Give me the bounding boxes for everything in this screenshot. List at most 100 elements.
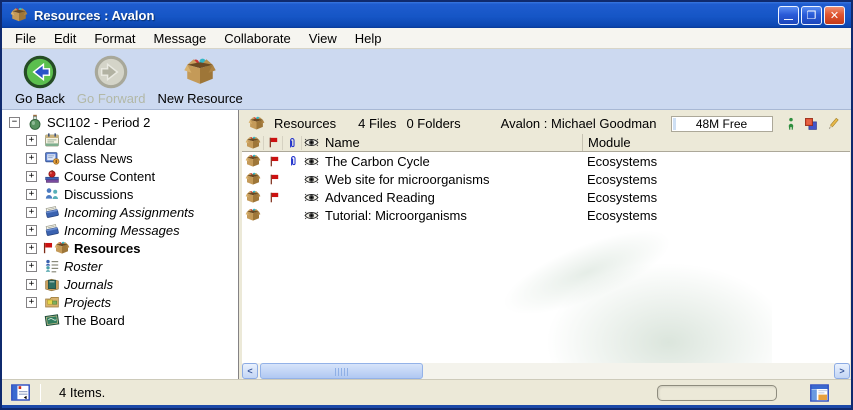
resources-panel: Resources 4 Files 0 Folders Avalon : Mic…: [242, 110, 850, 379]
eye-icon[interactable]: [304, 156, 319, 167]
sidebar-item-journals[interactable]: Journals: [2, 275, 238, 293]
incoming-messages-icon: [44, 222, 60, 238]
table-column-header: Name Module: [242, 134, 850, 152]
main-area: SCI102 - Period 2 Calendar Class News Co…: [2, 110, 851, 379]
panel-toggle-icon[interactable]: [11, 384, 30, 401]
table-row[interactable]: Tutorial: Microorganisms Ecosystems: [242, 206, 850, 224]
expand-box[interactable]: [26, 153, 37, 164]
menu-bar: File Edit Format Message Collaborate Vie…: [2, 28, 851, 49]
flag-icon: [268, 155, 280, 168]
scrollbar-thumb[interactable]: [260, 363, 423, 379]
board-icon: [44, 312, 60, 328]
go-back-label: Go Back: [15, 91, 65, 106]
type-column-header[interactable]: [242, 136, 264, 150]
menu-view[interactable]: View: [300, 29, 346, 48]
class-news-icon: [44, 150, 60, 166]
projects-icon: [44, 294, 60, 310]
expand-box[interactable]: [26, 225, 37, 236]
horizontal-scrollbar[interactable]: [242, 363, 850, 379]
expand-box[interactable]: [26, 135, 37, 146]
flag-column-header[interactable]: [264, 136, 283, 150]
menu-help[interactable]: Help: [346, 29, 391, 48]
pencil-icon[interactable]: [826, 117, 840, 131]
free-space-tick: [673, 118, 676, 130]
scroll-right-button[interactable]: [834, 363, 850, 379]
calendar-icon: [44, 132, 60, 148]
menu-message[interactable]: Message: [145, 29, 216, 48]
close-button[interactable]: [824, 6, 845, 25]
panel-header: Resources 4 Files 0 Folders Avalon : Mic…: [242, 110, 850, 134]
resource-name: Advanced Reading: [321, 190, 582, 205]
eye-icon[interactable]: [304, 174, 319, 185]
resource-name: Web site for microorganisms: [321, 172, 582, 187]
person-icon[interactable]: [786, 117, 796, 131]
sidebar-item-the-board[interactable]: The Board: [2, 311, 238, 329]
expand-box[interactable]: [26, 261, 37, 272]
status-bar: 4 Items.: [2, 379, 851, 405]
menu-file[interactable]: File: [6, 29, 45, 48]
scroll-left-button[interactable]: [242, 363, 258, 379]
tree-root-label: SCI102 - Period 2: [47, 115, 150, 130]
expand-box[interactable]: [26, 279, 37, 290]
expand-box[interactable]: [26, 207, 37, 218]
resource-module: Ecosystems: [582, 172, 850, 187]
maximize-button[interactable]: [801, 6, 822, 25]
course-content-icon: [44, 168, 60, 184]
resource-name: Tutorial: Microorganisms: [321, 208, 582, 223]
menu-format[interactable]: Format: [85, 29, 144, 48]
title-bar[interactable]: Resources : Avalon: [2, 2, 851, 28]
menu-collaborate[interactable]: Collaborate: [215, 29, 300, 48]
tree-root-sci102[interactable]: SCI102 - Period 2: [2, 113, 238, 131]
files-count: 4 Files: [358, 116, 396, 131]
app-window: Resources : Avalon File Edit Format Mess…: [0, 0, 853, 410]
sidebar-item-resources[interactable]: Resources: [2, 239, 238, 257]
window-layout-icon[interactable]: [810, 384, 829, 402]
visibility-column-header[interactable]: [302, 137, 321, 148]
expand-box[interactable]: [26, 243, 37, 254]
sidebar-item-course-content[interactable]: Course Content: [2, 167, 238, 185]
discussions-icon: [44, 186, 60, 202]
sidebar-item-roster[interactable]: Roster: [2, 257, 238, 275]
resource-box-icon: [245, 171, 261, 187]
background-watermark: [542, 260, 772, 370]
collapse-box[interactable]: [9, 117, 20, 128]
sidebar-item-discussions[interactable]: Discussions: [2, 185, 238, 203]
eye-icon[interactable]: [304, 210, 319, 221]
table-row[interactable]: Web site for microorganisms Ecosystems: [242, 170, 850, 188]
module-column-header[interactable]: Module: [582, 134, 850, 151]
free-space-indicator: 48M Free: [671, 116, 773, 132]
app-box-icon: [10, 6, 28, 24]
table-row[interactable]: The Carbon Cycle Ecosystems: [242, 152, 850, 170]
flask-icon: [27, 114, 43, 130]
paperclip-icon: [287, 154, 299, 168]
sidebar-item-projects[interactable]: Projects: [2, 293, 238, 311]
resources-box-icon: [248, 115, 265, 132]
expand-box[interactable]: [26, 189, 37, 200]
sidebar-item-calendar[interactable]: Calendar: [2, 131, 238, 149]
sidebar-item-incoming-messages[interactable]: Incoming Messages: [2, 221, 238, 239]
resource-module: Ecosystems: [582, 190, 850, 205]
expand-box[interactable]: [26, 171, 37, 182]
window-bottom-border: [2, 405, 851, 408]
name-column-header[interactable]: Name: [321, 135, 582, 150]
items-count: 4 Items.: [59, 385, 105, 400]
go-forward-button[interactable]: Go Forward: [74, 55, 149, 106]
background-watermark: [493, 213, 680, 331]
overlap-squares-icon[interactable]: [804, 117, 818, 131]
attachment-column-header[interactable]: [283, 136, 302, 150]
menu-edit[interactable]: Edit: [45, 29, 85, 48]
toolbar: Go Back Go Forward New Resource: [2, 49, 851, 110]
eye-icon[interactable]: [304, 192, 319, 203]
minimize-button[interactable]: [778, 6, 799, 25]
sidebar-item-incoming-assignments[interactable]: Incoming Assignments: [2, 203, 238, 221]
new-resource-button[interactable]: New Resource: [155, 55, 246, 106]
eye-icon: [304, 137, 319, 148]
flag-icon: [41, 241, 54, 255]
sidebar-item-class-news[interactable]: Class News: [2, 149, 238, 167]
flag-icon: [268, 191, 280, 204]
expand-box[interactable]: [26, 297, 37, 308]
window-title: Resources : Avalon: [34, 8, 778, 23]
table-row[interactable]: Advanced Reading Ecosystems: [242, 188, 850, 206]
free-space-label: 48M Free: [696, 117, 747, 131]
go-back-button[interactable]: Go Back: [12, 55, 68, 106]
